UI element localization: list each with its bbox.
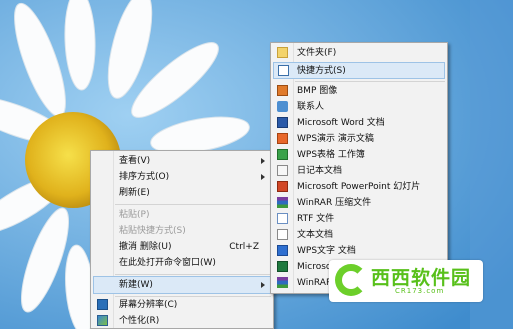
menu-item-screen-resolution[interactable]: 屏幕分辨率(C) (93, 297, 271, 313)
watermark-logo-icon (335, 264, 367, 296)
new-item-winrar-label: WinRAR 压缩文件 (297, 198, 372, 208)
new-item-wps-spreadsheet-label: WPS表格 工作簿 (297, 150, 365, 160)
folder-icon (277, 47, 288, 58)
menu-item-view[interactable]: 查看(V) (93, 153, 271, 169)
new-item-folder[interactable]: 文件夹(F) (273, 45, 445, 61)
submenu-arrow-icon (261, 158, 265, 164)
menu-item-refresh-label: 刷新(E) (119, 188, 150, 198)
menu-item-personalize-label: 个性化(R) (119, 316, 160, 326)
rtf-file-icon (277, 213, 288, 224)
new-item-wps-spreadsheet[interactable]: WPS表格 工作簿 (273, 147, 445, 163)
new-item-wps-presentation[interactable]: WPS演示 演示文稿 (273, 131, 445, 147)
new-item-shortcut-label: 快捷方式(S) (297, 66, 346, 76)
menu-item-open-command-window-label: 在此处打开命令窗口(W) (119, 258, 216, 268)
new-item-contact[interactable]: 联系人 (273, 99, 445, 115)
excel-icon (277, 261, 288, 272)
site-watermark: 西西软件园 CR173.com (329, 260, 483, 302)
powerpoint-icon (277, 181, 288, 192)
new-item-wps-writer[interactable]: WPS文字 文档 (273, 243, 445, 259)
new-item-excel-label: Microso (297, 262, 332, 272)
new-item-winrar[interactable]: WinRAR 压缩文件 (273, 195, 445, 211)
new-item-powerpoint[interactable]: Microsoft PowerPoint 幻灯片 (273, 179, 445, 195)
menu-item-view-label: 查看(V) (119, 156, 151, 166)
menu-separator (115, 274, 271, 275)
submenu-arrow-icon (261, 174, 265, 180)
new-item-wps-writer-label: WPS文字 文档 (297, 246, 356, 256)
menu-item-paste[interactable]: 粘贴(P) (93, 207, 271, 223)
menu-item-undo-shortcut: Ctrl+Z (229, 242, 259, 252)
menu-item-undo-delete[interactable]: 撤消 删除(U) Ctrl+Z (93, 239, 271, 255)
contact-icon (277, 101, 288, 112)
menu-item-sort-by-label: 排序方式(O) (119, 172, 170, 182)
new-item-word-label: Microsoft Word 文档 (297, 118, 385, 128)
menu-item-personalize[interactable]: 个性化(R) (93, 313, 271, 329)
new-item-journal-label: 日记本文档 (297, 166, 343, 176)
journal-document-icon (277, 165, 288, 176)
desktop-context-menu: 查看(V) 排序方式(O) 刷新(E) 粘贴(P) 粘贴快捷方式(S) 撤消 删… (90, 150, 274, 329)
new-item-wps-presentation-label: WPS演示 演示文稿 (297, 134, 374, 144)
menu-item-open-command-window[interactable]: 在此处打开命令窗口(W) (93, 255, 271, 271)
watermark-url: CR173.com (395, 287, 445, 295)
bmp-image-icon (277, 85, 288, 96)
wps-spreadsheet-icon (277, 149, 288, 160)
submenu-arrow-icon (261, 282, 265, 288)
menu-item-refresh[interactable]: 刷新(E) (93, 185, 271, 201)
winrar-zip-icon (277, 277, 288, 288)
new-item-journal[interactable]: 日记本文档 (273, 163, 445, 179)
menu-item-sort-by[interactable]: 排序方式(O) (93, 169, 271, 185)
new-item-bmp[interactable]: BMP 图像 (273, 83, 445, 99)
personalize-icon (97, 315, 108, 326)
menu-separator (295, 81, 445, 82)
monitor-icon (97, 299, 108, 310)
menu-item-paste-shortcut-label: 粘贴快捷方式(S) (119, 226, 186, 236)
wps-presentation-icon (277, 133, 288, 144)
new-item-rtf[interactable]: RTF 文件 (273, 211, 445, 227)
menu-item-new-label: 新建(W) (119, 280, 153, 290)
menu-item-paste-label: 粘贴(P) (119, 210, 150, 220)
new-submenu: 文件夹(F) 快捷方式(S) BMP 图像 联系人 Microsoft Word… (270, 42, 448, 294)
new-item-shortcut[interactable]: 快捷方式(S) (273, 62, 445, 79)
new-item-contact-label: 联系人 (297, 102, 325, 112)
menu-item-new[interactable]: 新建(W) (93, 276, 271, 294)
new-item-text-label: 文本文档 (297, 230, 334, 240)
new-item-folder-label: 文件夹(F) (297, 48, 337, 58)
new-item-text[interactable]: 文本文档 (273, 227, 445, 243)
menu-item-screen-resolution-label: 屏幕分辨率(C) (119, 300, 178, 310)
shortcut-icon (278, 65, 289, 76)
new-item-word[interactable]: Microsoft Word 文档 (273, 115, 445, 131)
word-document-icon (277, 117, 288, 128)
new-item-winrar-zip-label: WinRAR (297, 278, 333, 288)
new-item-rtf-label: RTF 文件 (297, 214, 335, 224)
new-item-bmp-label: BMP 图像 (297, 86, 338, 96)
new-item-powerpoint-label: Microsoft PowerPoint 幻灯片 (297, 182, 421, 192)
menu-item-paste-shortcut[interactable]: 粘贴快捷方式(S) (93, 223, 271, 239)
text-document-icon (277, 229, 288, 240)
menu-item-undo-delete-label: 撤消 删除(U) (119, 242, 172, 252)
winrar-icon (277, 197, 288, 208)
wps-writer-icon (277, 245, 288, 256)
watermark-brand: 西西软件园 (371, 267, 472, 289)
menu-separator (115, 204, 271, 205)
